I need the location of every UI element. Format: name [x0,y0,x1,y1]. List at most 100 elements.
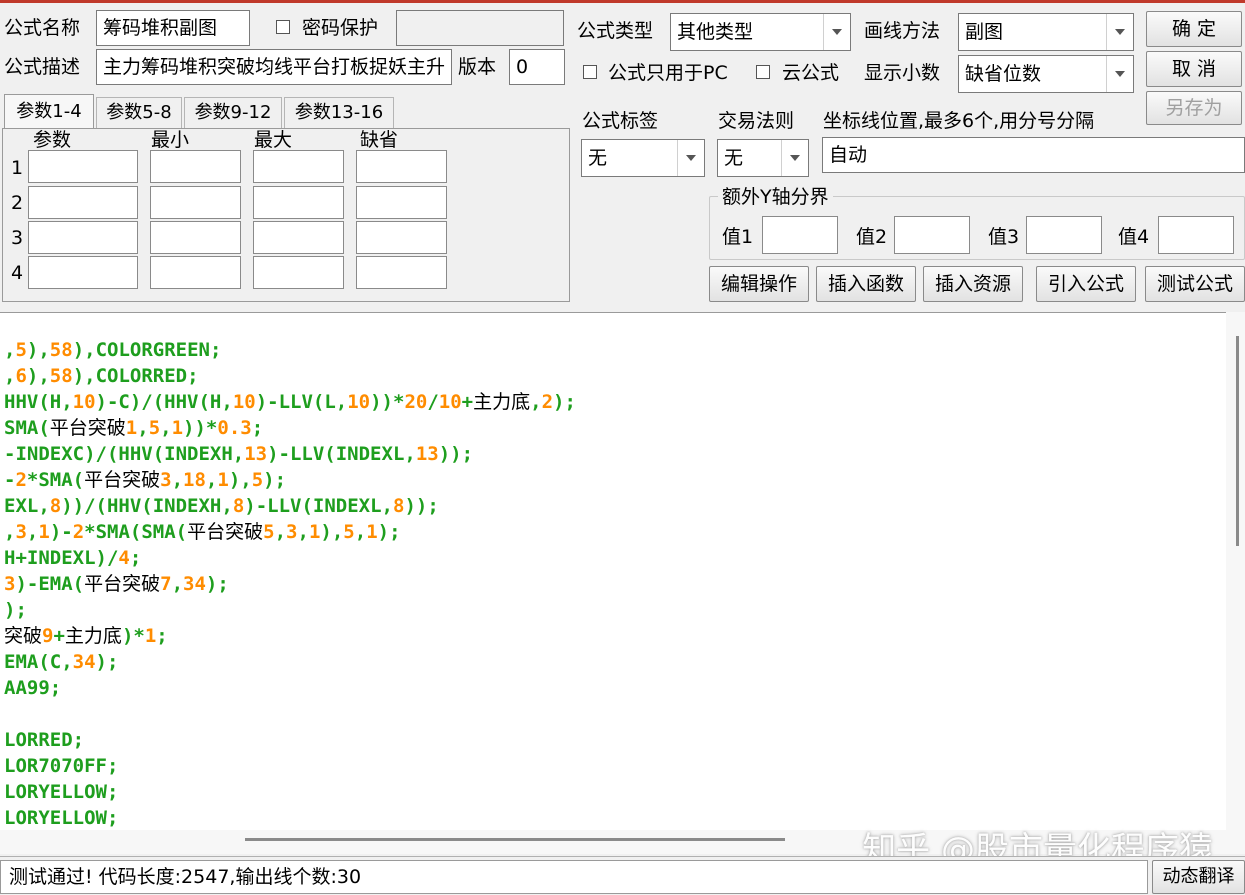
dynamic-translate-button[interactable]: 动态翻译 [1152,860,1245,894]
param-1-default-input[interactable] [356,150,447,183]
formula-name-input[interactable]: 筹码堆积副图 [96,10,250,46]
tab-params-9-12[interactable]: 参数9-12 [184,97,282,129]
value-1-label: 值1 [722,226,754,248]
code-line[interactable]: LOR7070FF; [4,753,576,779]
chevron-down-icon [823,14,850,50]
cloud-checkbox[interactable] [756,65,770,79]
insert-function-button[interactable]: 插入函数 [816,266,916,302]
code-line[interactable]: H+INDEXL)/4; [4,545,576,571]
param-4-max-input[interactable] [253,256,344,289]
value-4-label: 值4 [1118,226,1150,248]
param-4-default-input[interactable] [356,256,447,289]
formula-name-label: 公式名称 [4,17,81,39]
value-2-label: 值2 [856,226,888,248]
code-content[interactable]: ,5),58),COLORGREEN; ,6),58),COLORRED; HHV(… [4,337,576,831]
tab-params-5-8[interactable]: 参数5-8 [96,97,182,129]
param-4-name-input[interactable] [28,256,138,289]
cancel-button[interactable]: 取 消 [1146,51,1242,87]
param-row-label: 2 [11,192,24,214]
tag-value: 无 [588,147,608,169]
code-line[interactable]: ,3,1)-2*SMA(SMA(平台突破5,3,1),5,1); [4,519,576,545]
param-3-max-input[interactable] [253,221,344,254]
code-line[interactable]: LORYELLOW; [4,805,576,831]
param-4-min-input[interactable] [150,256,241,289]
version-input[interactable]: 0 [509,49,565,85]
import-formula-button[interactable]: 引入公式 [1036,266,1136,302]
param-2-default-input[interactable] [356,186,447,219]
test-formula-button[interactable]: 测试公式 [1145,266,1245,302]
edit-ops-button[interactable]: 编辑操作 [709,266,809,302]
code-line[interactable]: ,6),58),COLORRED; [4,363,576,389]
pc-only-label: 公式只用于PC [608,62,728,84]
code-line[interactable] [4,701,576,727]
param-3-name-input[interactable] [28,221,138,254]
code-line[interactable]: HHV(H,10)-C)/(HHV(H,10)-LLV(L,10))*20/10… [4,389,576,415]
pc-only-checkbox[interactable] [583,65,597,79]
rule-value: 无 [724,147,744,169]
chevron-down-icon [1106,56,1133,92]
value-3-label: 值3 [988,226,1020,248]
code-editor[interactable]: ,5),58),COLORGREEN; ,6),58),COLORRED; HHV(… [0,312,1245,831]
code-line[interactable]: AA99; [4,675,576,701]
tag-label: 公式标签 [582,110,659,132]
coord-label: 坐标线位置,最多6个,用分号分隔 [823,110,1095,132]
param-3-min-input[interactable] [150,221,241,254]
password-checkbox[interactable] [276,20,290,34]
code-line[interactable]: ); [4,597,576,623]
chevron-down-icon [677,140,704,176]
value-4-input[interactable] [1158,216,1234,254]
param-row-label: 4 [11,262,24,284]
formula-desc-input[interactable]: 主力筹码堆积突破均线平台打板捉妖主升 [96,49,452,85]
extra-y-label: 额外Y轴分界 [718,184,833,210]
code-line[interactable]: 突破9+主力底)*1; [4,623,576,649]
status-message: 测试通过! 代码长度:2547,输出线个数:30 [0,860,1148,894]
param-1-max-input[interactable] [253,150,344,183]
insert-resource-button[interactable]: 插入资源 [923,266,1023,302]
formula-desc-label: 公式描述 [4,56,81,78]
password-input [396,10,564,46]
code-line[interactable]: LORRED; [4,727,576,753]
decimals-value: 缺省位数 [965,63,1042,85]
tab-params-13-16[interactable]: 参数13-16 [284,97,394,129]
value-2-input[interactable] [894,216,970,254]
decimals-label: 显示小数 [864,62,941,84]
param-2-name-input[interactable] [28,186,138,219]
tag-select[interactable]: 无 [581,139,705,177]
horizontal-scroll-thumb[interactable] [245,838,785,841]
rule-select[interactable]: 无 [717,139,809,177]
code-line[interactable]: -2*SMA(平台突破3,18,1),5); [4,467,576,493]
code-line[interactable]: EMA(C,34); [4,649,576,675]
formula-type-value: 其他类型 [677,21,754,43]
save-as-button: 另存为 [1146,91,1242,125]
code-line[interactable]: SMA(平台突破1,5,1))*0.3; [4,415,576,441]
chevron-down-icon [781,140,808,176]
code-line[interactable]: LORYELLOW; [4,779,576,805]
version-label: 版本 [458,56,497,78]
code-line[interactable]: ,5),58),COLORGREEN; [4,337,576,363]
title-accent-line [0,0,1245,3]
param-row-label: 3 [11,227,24,249]
ok-button[interactable]: 确 定 [1146,11,1242,47]
password-label: 密码保护 [302,17,379,39]
param-1-min-input[interactable] [150,150,241,183]
decimals-select[interactable]: 缺省位数 [958,55,1134,93]
rule-label: 交易法则 [718,110,795,132]
param-row-label: 1 [11,157,24,179]
vertical-scroll-thumb[interactable] [1236,336,1239,546]
formula-type-select[interactable]: 其他类型 [670,13,851,51]
code-line[interactable]: -INDEXC)/(HHV(INDEXH,13)-LLV(INDEXL,13))… [4,441,576,467]
draw-method-select[interactable]: 副图 [958,13,1134,51]
tab-params-1-4[interactable]: 参数1-4 [4,94,94,130]
code-line[interactable]: EXL,8))/(HHV(INDEXH,8)-LLV(INDEXL,8)); [4,493,576,519]
cloud-label: 云公式 [782,62,840,84]
param-2-max-input[interactable] [253,186,344,219]
formula-type-label: 公式类型 [577,20,654,42]
param-3-default-input[interactable] [356,221,447,254]
coord-input[interactable]: 自动 [822,137,1245,173]
value-1-input[interactable] [762,216,838,254]
code-line[interactable]: 3)-EMA(平台突破7,34); [4,571,576,597]
draw-method-label: 画线方法 [864,20,941,42]
value-3-input[interactable] [1026,216,1102,254]
param-1-name-input[interactable] [28,150,138,183]
param-2-min-input[interactable] [150,186,241,219]
